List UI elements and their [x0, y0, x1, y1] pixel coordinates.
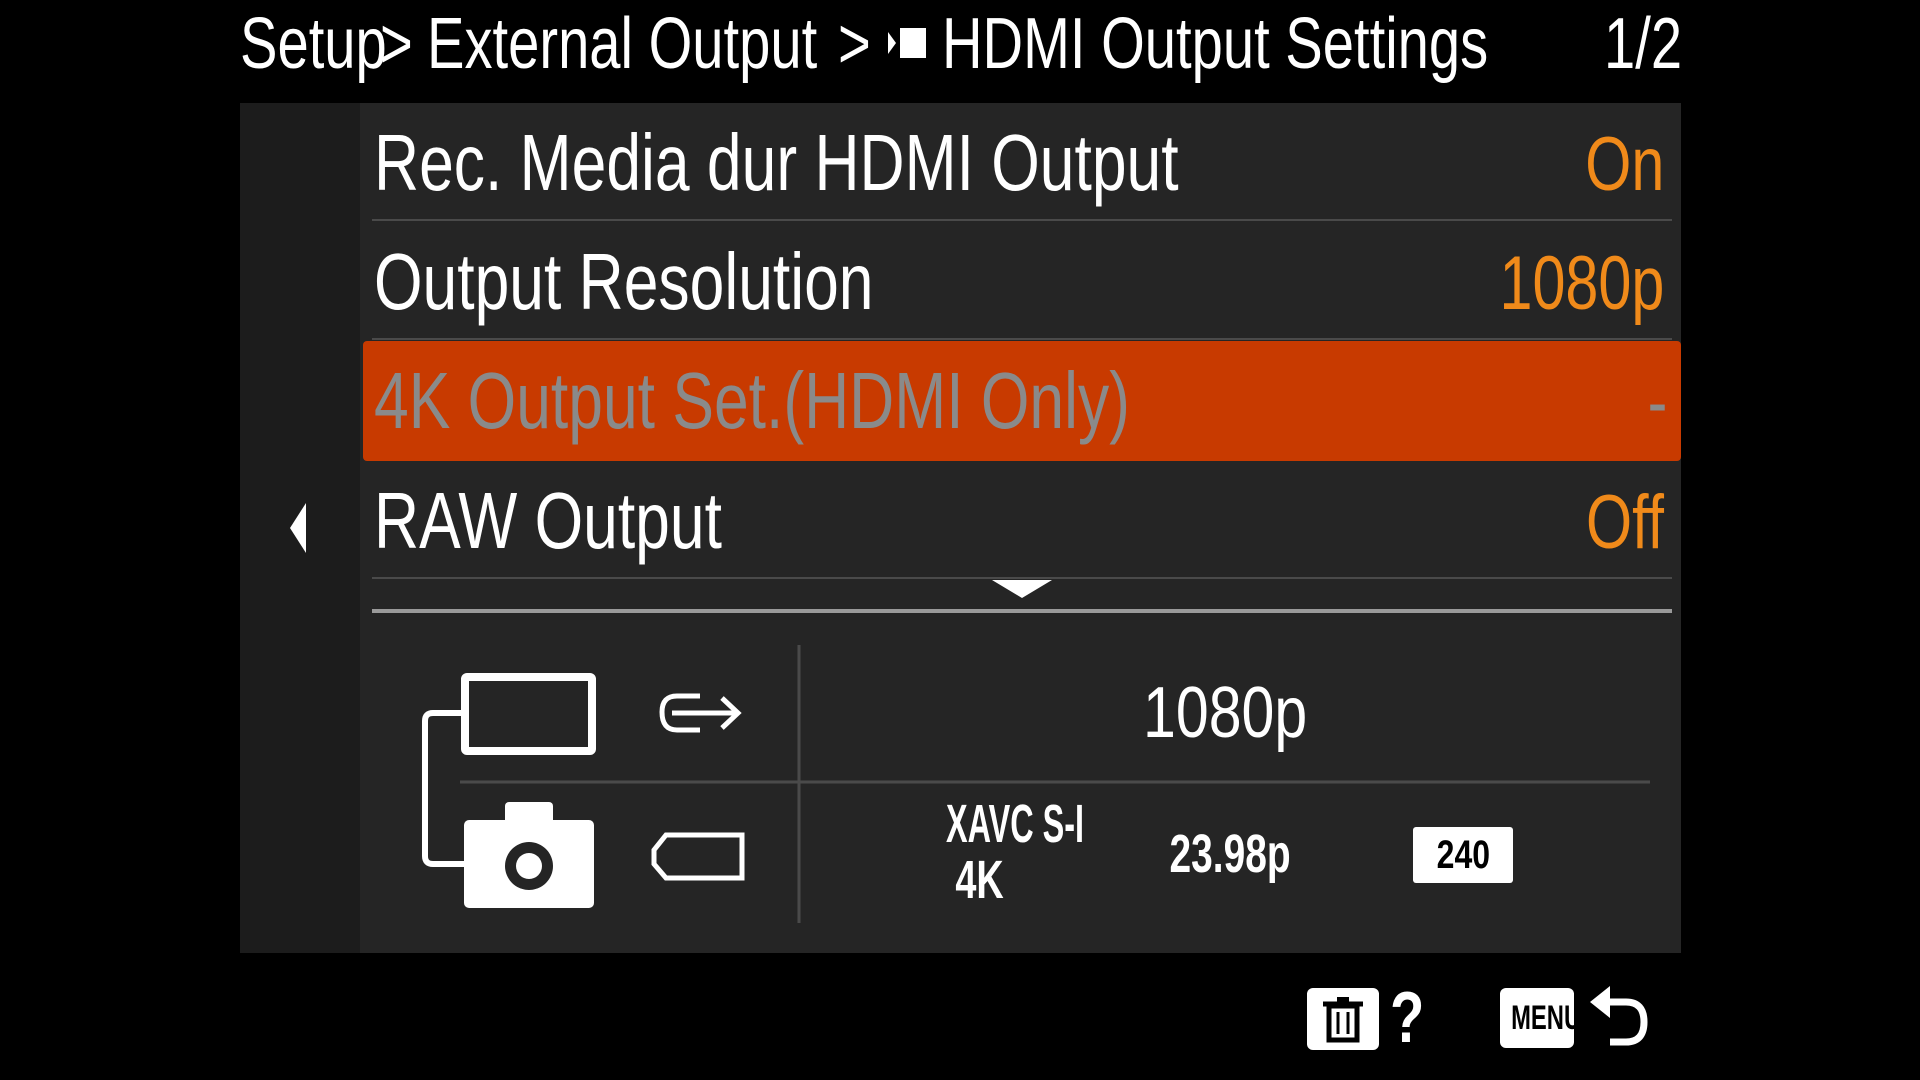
menu-item-rec-media-hdmi[interactable]: Rec. Media dur HDMI Output On — [372, 103, 1672, 221]
back-arrow-icon[interactable] — [1586, 980, 1656, 1050]
delete-button[interactable] — [1307, 988, 1379, 1050]
menu-item-raw-output[interactable]: RAW Output Off — [372, 461, 1672, 579]
menu-item-label: Rec. Media dur HDMI Output — [374, 118, 1179, 207]
menu-item-label: RAW Output — [374, 476, 722, 565]
menu-item-4k-output-set[interactable]: 4K Output Set.(HDMI Only) - — [363, 341, 1681, 461]
frame-rate: 23.98p — [1169, 824, 1291, 884]
page-indicator: 1/2 — [1603, 4, 1682, 84]
codec-resolution: 4K — [955, 850, 1005, 910]
video-mode-icon — [888, 28, 926, 58]
menu-item-value: Off — [1586, 480, 1664, 565]
menu-button[interactable]: MENU — [1500, 988, 1581, 1048]
trash-icon — [1323, 997, 1363, 1043]
scroll-down-indicator-icon[interactable] — [992, 580, 1052, 598]
hdmi-output-resolution: 1080p — [1142, 673, 1308, 753]
codec-format: XAVC S-I — [946, 794, 1085, 854]
header-breadcrumb: Setup > External Output > HDMI Output Se… — [0, 0, 1920, 100]
breadcrumb-separator: > — [838, 4, 871, 84]
help-icon[interactable]: ? — [1390, 980, 1434, 1056]
menu-item-value: On — [1584, 122, 1664, 207]
menu-item-output-resolution[interactable]: Output Resolution 1080p — [372, 222, 1672, 340]
menu-item-value: - — [1647, 360, 1667, 445]
bitrate-value: 240 — [1436, 833, 1490, 877]
page-left-arrow-icon[interactable] — [288, 503, 308, 553]
menu-item-label: 4K Output Set.(HDMI Only) — [374, 356, 1130, 445]
menu-item-label: Output Resolution — [374, 237, 874, 326]
page-title: HDMI Output Settings — [942, 4, 1489, 84]
recording-codec: XAVC S-I 4K — [900, 794, 1085, 910]
section-divider — [372, 609, 1672, 613]
breadcrumb-separator: > — [380, 4, 413, 84]
menu-item-value: 1080p — [1499, 241, 1664, 326]
